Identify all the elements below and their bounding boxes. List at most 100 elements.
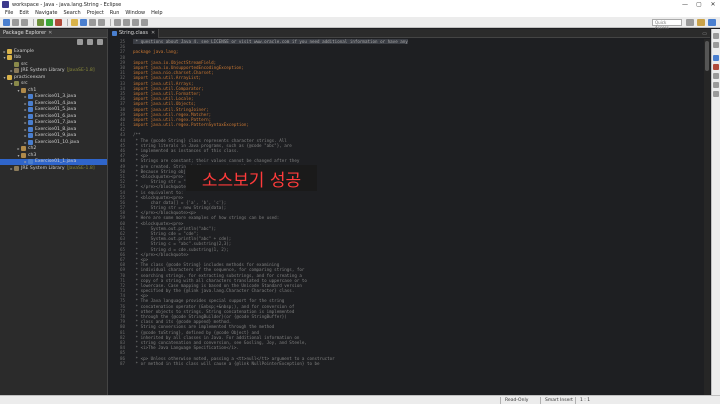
restore-icon[interactable] xyxy=(713,33,719,39)
close-button[interactable]: ✕ xyxy=(706,1,720,8)
run-icon[interactable] xyxy=(46,18,53,26)
tree-node-icon xyxy=(28,107,33,113)
menu-edit[interactable]: Edit xyxy=(16,10,32,16)
menu-run[interactable]: Run xyxy=(107,10,123,16)
back-icon[interactable] xyxy=(132,18,139,26)
minimize-button[interactable]: — xyxy=(678,1,692,8)
menu-help[interactable]: Help xyxy=(148,10,165,16)
problems-view-icon[interactable] xyxy=(713,64,719,70)
menu-window[interactable]: Window xyxy=(122,10,148,16)
tree-item-label: Exercise01_5.java xyxy=(35,107,77,113)
link-with-editor-icon[interactable] xyxy=(87,39,93,45)
code-editor[interactable]: 25 * questions about Java 4. see LICENSE… xyxy=(109,39,710,395)
debug-icon[interactable] xyxy=(37,18,44,26)
declaration-view-icon[interactable] xyxy=(713,82,719,88)
tree-node-icon xyxy=(28,120,33,126)
code-text: * <i>The Java Language Specification</i>… xyxy=(133,345,239,351)
overlay-caption-text: 소스보기 성공 xyxy=(201,170,302,191)
tree-item-label: src xyxy=(21,61,28,67)
code-text: * implemented as instances of this class… xyxy=(133,148,239,154)
tree-item-label: Exercise01_7.java xyxy=(35,120,77,126)
status-read-only: Read-Only xyxy=(505,398,529,403)
javadoc-view-icon[interactable] xyxy=(713,73,719,79)
tree-item-decoration: [JavaSE-1.8] xyxy=(66,165,95,171)
tree-node-icon xyxy=(28,139,33,145)
maximize-button[interactable]: ▢ xyxy=(692,1,706,8)
java-ee-perspective-icon[interactable] xyxy=(697,19,705,26)
status-separator xyxy=(500,397,501,404)
tree-item[interactable]: ▸ JRE System Library [JavaSE-1.8] xyxy=(0,165,107,172)
package-explorer-tab[interactable]: Package Explorer ✕ xyxy=(0,29,107,38)
tree-item-label: Exercise01_9.java xyxy=(35,133,77,139)
editor-area: String.class ✕ ▭ 25 * questions about Ja… xyxy=(109,28,710,395)
tree-item-label: Exercise01_6.java xyxy=(35,113,77,119)
new-class-icon[interactable] xyxy=(80,18,87,26)
outline-view-icon[interactable] xyxy=(713,55,719,61)
save-icon[interactable] xyxy=(12,18,19,26)
tree-node-icon xyxy=(28,159,33,165)
tree-item-label: ch3 xyxy=(28,152,37,158)
scrollbar-thumb[interactable] xyxy=(705,41,709,71)
editor-tabs: String.class ✕ ▭ xyxy=(109,28,710,38)
right-trim-bar xyxy=(711,29,720,395)
tree-item-label: practiceexam xyxy=(14,74,46,80)
menu-file[interactable]: File xyxy=(2,10,16,16)
code-text: package java.lang; xyxy=(133,49,179,55)
open-perspective-icon[interactable] xyxy=(686,19,694,26)
class-file-icon xyxy=(112,30,117,36)
next-annotation-icon[interactable] xyxy=(123,18,130,26)
close-icon[interactable]: ✕ xyxy=(48,30,52,36)
close-icon[interactable]: ✕ xyxy=(151,30,155,36)
forward-icon[interactable] xyxy=(141,18,148,26)
menu-navigate[interactable]: Navigate xyxy=(32,10,60,16)
tree-node-icon xyxy=(28,126,33,132)
open-type-icon[interactable] xyxy=(89,18,96,26)
package-explorer: Package Explorer ✕ ▸ Example ▾ Ibb src ▸ JRE S… xyxy=(0,29,108,395)
tree-item-label: Exercise01_4.java xyxy=(35,100,77,106)
tree-node-icon xyxy=(14,81,19,87)
tree-node-icon xyxy=(28,133,33,139)
menu-project[interactable]: Project xyxy=(84,10,107,16)
overlay-caption: 소스보기 성공 xyxy=(186,165,317,191)
editor-scrollbar[interactable] xyxy=(704,39,710,395)
code-text: * specified by the {@link java.lang.Char… xyxy=(133,288,295,294)
new-java-project-icon[interactable] xyxy=(71,18,78,26)
editor-tab-label: String.class xyxy=(119,30,148,36)
status-cursor-position: 1 : 1 xyxy=(580,398,591,403)
menu-bar: File Edit Navigate Search Project Run Wi… xyxy=(0,9,720,17)
collapse-all-icon[interactable] xyxy=(77,39,83,45)
prev-annotation-icon[interactable] xyxy=(114,18,121,26)
tree-item-label: Exercise01_10.java xyxy=(35,139,80,145)
java-perspective-icon[interactable] xyxy=(708,19,716,26)
menu-search[interactable]: Search xyxy=(61,10,84,16)
code-text: import java.util.regex.PatternSyntaxExce… xyxy=(133,122,249,128)
console-view-icon[interactable] xyxy=(713,91,719,97)
editor-tab-string-class[interactable]: String.class ✕ xyxy=(109,28,160,38)
tree-node-icon xyxy=(7,74,12,80)
external-tools-icon[interactable] xyxy=(55,18,62,26)
toolbar-separator xyxy=(33,18,34,26)
status-smart-insert: Smart Insert xyxy=(545,398,573,403)
new-icon[interactable] xyxy=(3,18,10,26)
tree-item-label: JRE System Library xyxy=(21,68,65,74)
save-all-icon[interactable] xyxy=(21,18,28,26)
title-bar: workspace - Java - java.lang.String - Ec… xyxy=(0,0,720,9)
code-text: * questions about Java 4. see LICENSE or… xyxy=(133,39,408,45)
status-separator xyxy=(540,397,541,404)
quick-access-input[interactable]: Quick Access xyxy=(652,19,682,30)
maximize-editor-icon[interactable]: ▭ xyxy=(702,31,707,37)
package-explorer-tab-label: Package Explorer xyxy=(3,30,47,36)
tree-node-icon xyxy=(28,100,33,106)
code-text: * or method in this class will cause a {… xyxy=(133,360,320,366)
maximize-icon[interactable] xyxy=(713,42,719,48)
tree-item-label: src xyxy=(21,81,28,87)
tree-item-label: Ibb xyxy=(14,55,22,61)
search-icon[interactable] xyxy=(98,18,105,26)
line-number: 87 xyxy=(119,360,125,366)
explorer-toolbar xyxy=(75,39,105,45)
window-title: workspace - Java - java.lang.String - Ec… xyxy=(12,1,122,8)
tree-item-decoration: [JavaSE-1.8] xyxy=(66,68,95,74)
view-menu-icon[interactable] xyxy=(97,39,103,45)
code-line: 87 * or method in this class will cause … xyxy=(109,361,710,366)
status-bar: Read-Only Smart Insert 1 : 1 xyxy=(0,395,720,404)
